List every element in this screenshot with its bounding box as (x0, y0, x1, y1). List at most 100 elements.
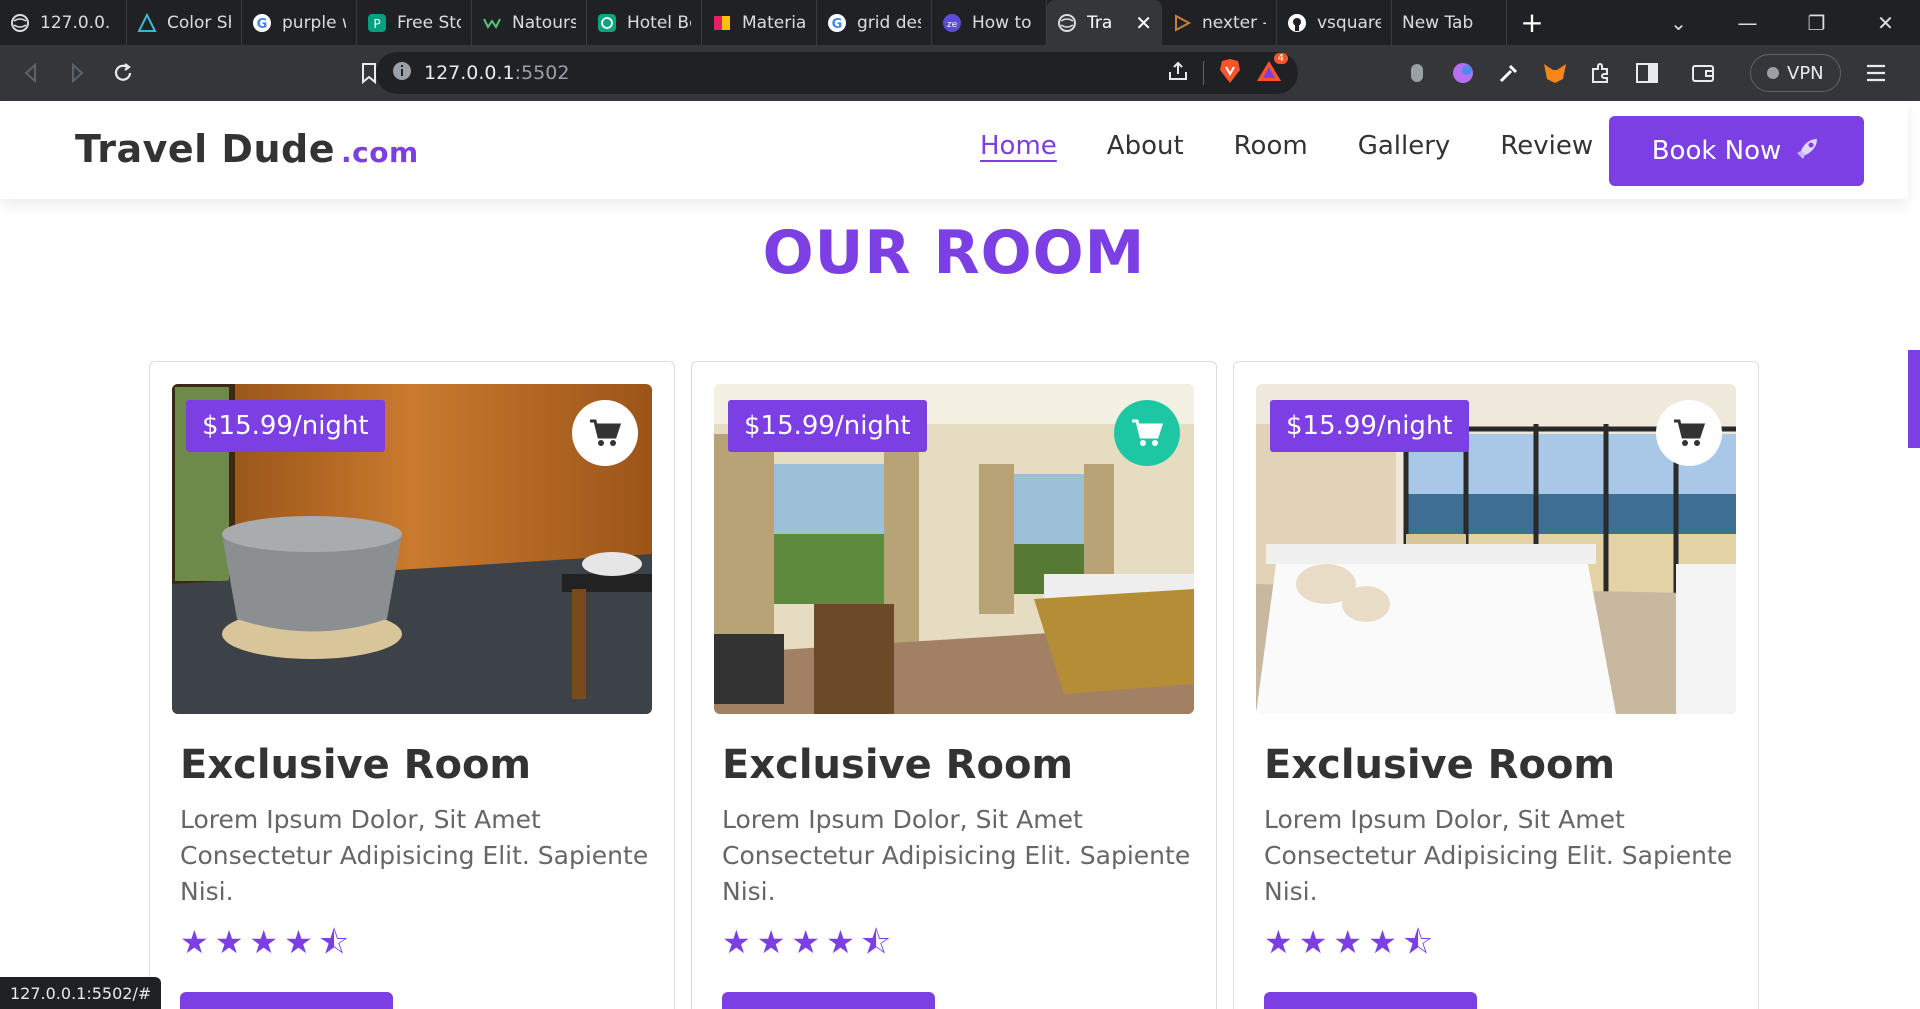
new-tab-button[interactable]: + (1507, 0, 1557, 45)
nav-link-room[interactable]: Room (1234, 131, 1308, 161)
browser-tab[interactable]: Hotel Bo (587, 0, 702, 45)
svg-text:G: G (832, 17, 843, 32)
rocket-icon (1795, 135, 1821, 168)
site-header: Travel Dude .com Home About Room Gallery … (0, 101, 1908, 199)
room-description: Lorem Ipsum Dolor, Sit Amet Consectetur … (1264, 805, 1733, 906)
star-full-icon: ★ (249, 923, 279, 961)
cart-icon (1673, 418, 1705, 448)
material-icon (712, 13, 732, 33)
address-bar[interactable]: 127.0.0.1:5502 4 (376, 52, 1298, 94)
browser-tab[interactable]: nexter - (1162, 0, 1277, 45)
star-half-icon: ⯪ (1402, 923, 1434, 961)
star-full-icon: ★ (756, 923, 786, 961)
sidebar-icon[interactable] (1630, 56, 1664, 90)
bathroom-photo: $15.99/night (172, 384, 652, 714)
room-cards: $15.99/night Exclusive Room Lorem Ipsum … (149, 361, 1759, 1009)
room-card: $15.99/night Exclusive Room Lorem Ipsum … (149, 361, 675, 1009)
bedroom-balcony-photo: $15.99/night (714, 384, 1194, 714)
wallet-icon[interactable] (1686, 56, 1720, 90)
browser-tab-active[interactable]: Tra ✕ (1047, 0, 1162, 45)
restore-button[interactable]: ❐ (1782, 0, 1851, 45)
nav-link-about[interactable]: About (1107, 131, 1184, 161)
room-title: Exclusive Room (1264, 742, 1616, 788)
github-icon (1287, 13, 1307, 33)
vpn-button[interactable]: VPN (1750, 54, 1841, 92)
browser-tab[interactable]: ze How to (932, 0, 1047, 45)
close-icon[interactable]: ✕ (1135, 11, 1152, 35)
star-full-icon: ★ (1264, 923, 1293, 961)
close-window-button[interactable]: ✕ (1851, 0, 1920, 45)
add-to-cart-button[interactable] (1114, 400, 1180, 466)
cart-icon (1131, 418, 1163, 448)
window-controls: ⌄ — ❐ ✕ (1644, 0, 1920, 45)
extensions-puzzle-icon[interactable] (1584, 56, 1618, 90)
section-title: OUR ROOM (762, 218, 1146, 288)
natours-icon (482, 13, 502, 33)
openai-icon (597, 13, 617, 33)
star-full-icon: ★ (214, 923, 244, 961)
rating-stars: ★ ★ ★ ★ ⯪ (1256, 926, 1736, 958)
rating-stars: ★ ★ ★ ★ ⯪ (172, 926, 652, 958)
extensions-bar: VPN (1400, 45, 1893, 101)
price-tag: $15.99/night (728, 400, 927, 452)
price-tag: $15.99/night (186, 400, 385, 452)
vpn-status-icon (1767, 67, 1779, 79)
metamask-icon[interactable] (1538, 56, 1572, 90)
browser-tab[interactable]: P Free Sto (357, 0, 472, 45)
back-button[interactable] (8, 50, 54, 96)
star-full-icon: ★ (1333, 923, 1363, 961)
nav-link-home[interactable]: Home (980, 131, 1057, 161)
mouse-icon[interactable] (1400, 56, 1434, 90)
add-to-cart-button[interactable] (572, 400, 638, 466)
card-action-button[interactable] (180, 992, 393, 1009)
brave-rewards-icon[interactable]: 4 (1256, 52, 1288, 88)
star-full-icon: ★ (722, 923, 751, 961)
rating-stars: ★ ★ ★ ★ ⯪ (714, 926, 1194, 958)
book-now-button[interactable]: Book Now (1609, 116, 1864, 186)
nav-link-review[interactable]: Review (1500, 131, 1593, 161)
status-bar: 127.0.0.1:5502/# (0, 977, 162, 1009)
browser-tab[interactable]: Materia (702, 0, 817, 45)
browser-tab[interactable]: vsquare (1277, 0, 1392, 45)
forward-button[interactable] (54, 50, 100, 96)
browser-tab[interactable]: New Tab (1392, 0, 1507, 45)
price-tag: $15.99/night (1270, 400, 1469, 452)
tab-search-icon[interactable]: ⌄ (1644, 0, 1713, 45)
bedroom-ocean-view-photo: $15.99/night (1256, 384, 1736, 714)
browser-tab[interactable]: G purple w (242, 0, 357, 45)
room-title: Exclusive Room (722, 742, 1074, 788)
card-action-button[interactable] (722, 992, 935, 1009)
url-host: 127.0.0.1 (424, 62, 515, 84)
room-card: $15.99/night Exclusive Room Lorem Ipsum … (1233, 361, 1759, 1009)
room-title: Exclusive Room (180, 742, 532, 788)
star-full-icon: ★ (284, 923, 313, 961)
svg-text:P: P (373, 17, 380, 31)
globe-icon (10, 13, 30, 33)
browser-tab[interactable]: 127.0.0. (0, 0, 127, 45)
add-to-cart-button[interactable] (1656, 400, 1722, 466)
card-action-button[interactable] (1264, 992, 1477, 1009)
browser-tab[interactable]: Color Sh (127, 0, 242, 45)
room-description: Lorem Ipsum Dolor, Sit Amet Consectetur … (722, 805, 1191, 906)
browser-tab[interactable]: G grid des (817, 0, 932, 45)
nav-link-gallery[interactable]: Gallery (1358, 131, 1451, 161)
site-info-icon[interactable] (392, 61, 412, 86)
site-logo[interactable]: Travel Dude .com (75, 127, 419, 171)
svg-text:G: G (257, 17, 268, 32)
cart-icon (589, 418, 621, 448)
brave-shields-icon[interactable] (1218, 58, 1242, 89)
reload-button[interactable] (100, 50, 146, 96)
room-description: Lorem Ipsum Dolor, Sit Amet Consectetur … (180, 805, 649, 906)
color-picker-icon[interactable] (1446, 56, 1480, 90)
share-icon[interactable] (1167, 60, 1189, 87)
star-half-icon: ⯪ (860, 923, 892, 961)
menu-icon[interactable] (1859, 56, 1893, 90)
zeoob-icon: ze (942, 13, 962, 33)
pexels-icon: P (367, 13, 387, 33)
minimize-button[interactable]: — (1713, 0, 1782, 45)
eyedropper-icon[interactable] (1492, 56, 1526, 90)
main-nav: Home About Room Gallery Review (980, 131, 1593, 161)
star-full-icon: ★ (826, 923, 855, 961)
browser-tab[interactable]: Natours (472, 0, 587, 45)
play-icon (1172, 13, 1192, 33)
